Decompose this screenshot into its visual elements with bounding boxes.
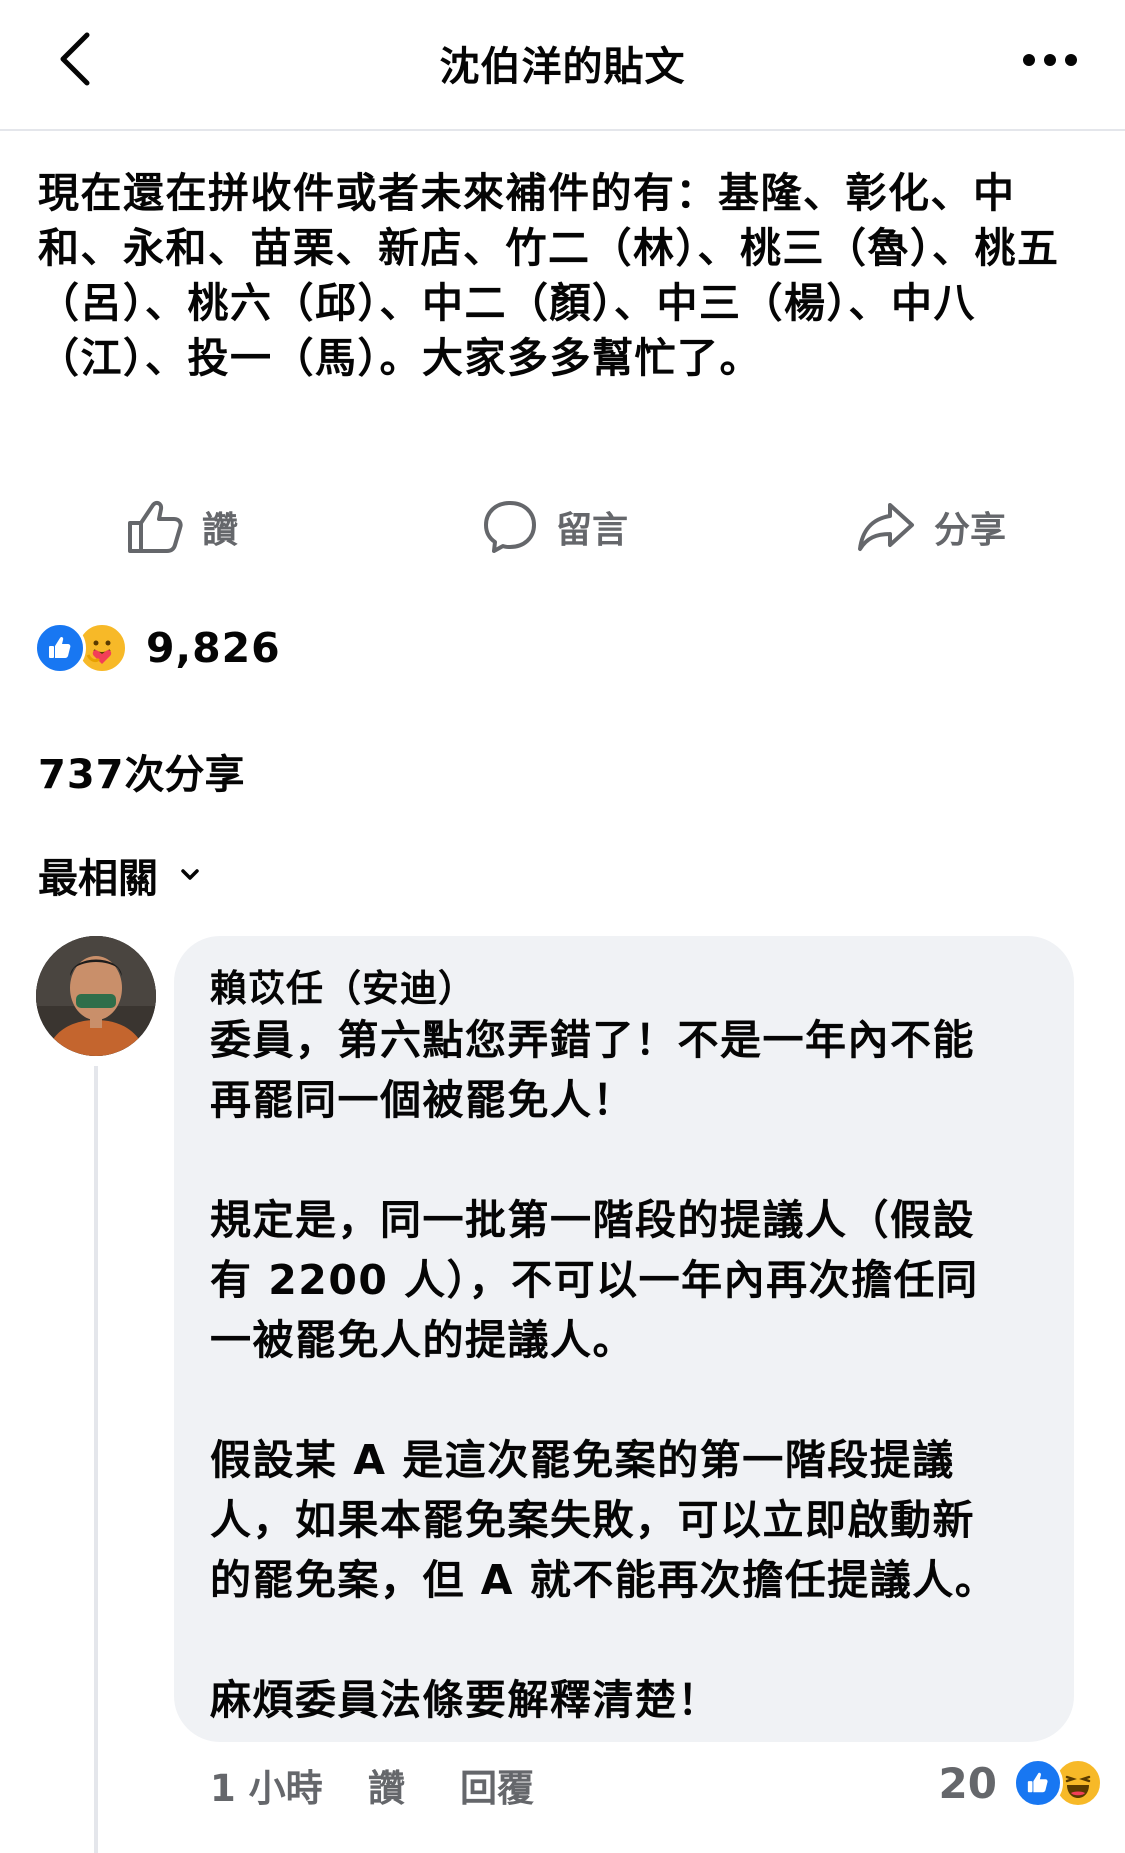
- comment-body: 委員，第六點您弄錯了！不是一年內不能 再罷同一個被罷免人！ 規定是，同一批第一階…: [210, 1016, 998, 1724]
- share-count-label: 次分享: [124, 752, 245, 798]
- like-button[interactable]: 讚: [126, 492, 238, 562]
- reaction-summary[interactable]: 9,826: [34, 620, 281, 676]
- post-text: 現在還在拼收件或者未來補件的有：基隆、彰化、中和、永和、苗栗、新店、竹二（林）、…: [38, 169, 1060, 382]
- top-bar: 沈伯洋的貼文: [0, 0, 1125, 131]
- chevron-down-icon: [181, 869, 199, 880]
- share-count-number: 737: [38, 752, 125, 798]
- comment-author[interactable]: 賴苡任（安迪）: [210, 958, 476, 1012]
- comment-reaction-count: 20: [938, 1758, 997, 1808]
- like-reaction-icon: [34, 622, 86, 674]
- more-dots-icon: [1023, 54, 1077, 66]
- comment-thread-line: [94, 1066, 98, 1853]
- comment-timestamp[interactable]: 1 小時: [210, 1760, 323, 1810]
- share-arrow-icon: [858, 503, 914, 551]
- page-title: 沈伯洋的貼文: [439, 44, 686, 90]
- sort-label: 最相關: [38, 856, 158, 902]
- comment-reply-button[interactable]: 回覆: [460, 1760, 534, 1810]
- share-button[interactable]: 分享: [856, 492, 1006, 562]
- comment-bubble-icon: [484, 501, 536, 553]
- reaction-count: 9,826: [146, 624, 281, 672]
- avatar[interactable]: [36, 936, 156, 1056]
- more-options-button[interactable]: [1015, 30, 1085, 90]
- comment-sort-dropdown[interactable]: 最相關: [38, 846, 200, 904]
- post-detail-page: 沈伯洋的貼文 現在還在拼收件或者未來補件的有：基隆、彰化、中和、永和、苗栗、新店…: [0, 0, 1125, 1853]
- comment-label: 留言: [556, 510, 629, 551]
- commenter-avatar-image: [36, 936, 156, 1056]
- share-count[interactable]: 737次分享: [38, 742, 245, 800]
- like-label: 讚: [202, 510, 239, 551]
- comment-like-button[interactable]: 讚: [368, 1760, 405, 1810]
- comment-reaction-summary[interactable]: 20: [939, 1755, 1103, 1811]
- share-label: 分享: [934, 510, 1007, 551]
- thumbs-up-icon: [128, 500, 183, 553]
- like-reaction-icon: [1013, 1758, 1063, 1808]
- comment-button[interactable]: 留言: [482, 492, 628, 562]
